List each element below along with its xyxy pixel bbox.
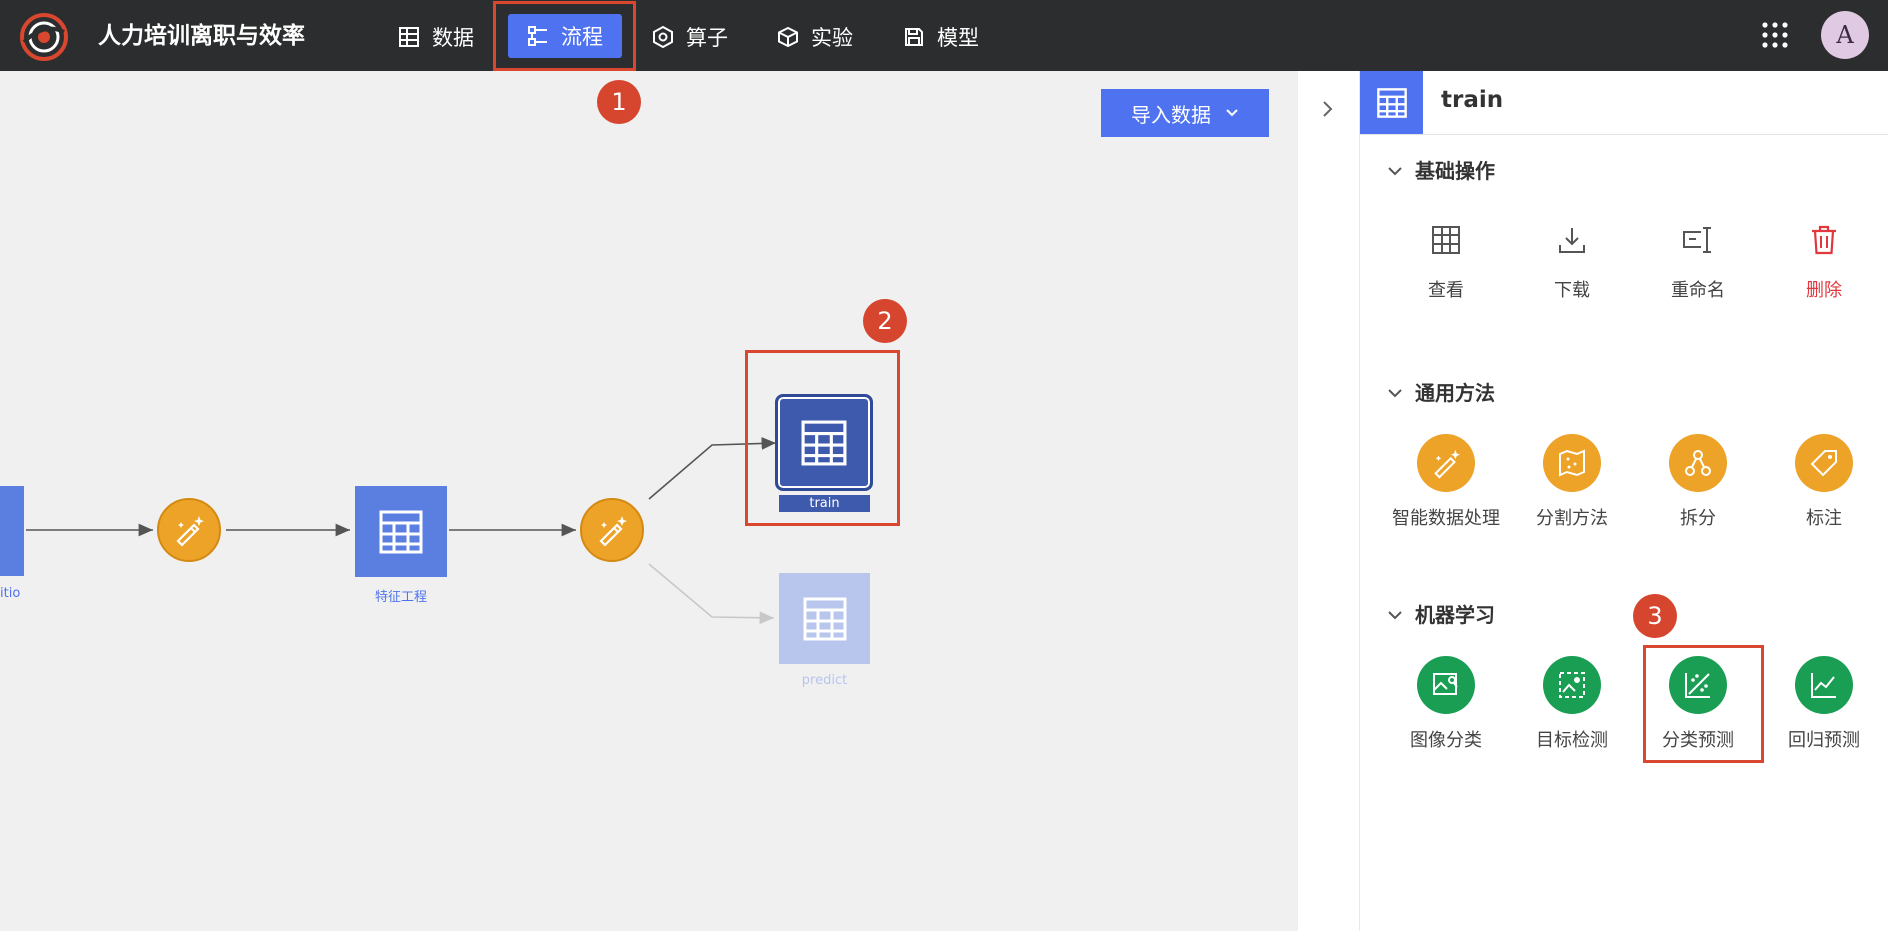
dataset-node-train[interactable]: [775, 394, 873, 491]
ml-regression-prediction[interactable]: 回归预测: [1769, 656, 1879, 752]
section-ml-title: 机器学习: [1415, 603, 1495, 627]
split-tree-icon: [1685, 450, 1711, 476]
method-segmentation-label: 分割方法: [1536, 508, 1608, 529]
collapse-panel-chevron-icon[interactable]: [1320, 99, 1334, 123]
magic-wand-icon: [176, 516, 204, 547]
annotation-badge-3: 3: [1633, 594, 1677, 638]
action-view-label: 查看: [1428, 280, 1464, 301]
section-ml-header[interactable]: 机器学习: [1387, 599, 1495, 628]
magic-wand-icon: [1434, 449, 1461, 479]
cube-icon: [778, 26, 798, 48]
ml-classification-prediction[interactable]: 分类预测: [1643, 656, 1753, 752]
chevron-down-icon: [1226, 109, 1238, 117]
panel-title: train: [1441, 87, 1504, 113]
import-data-label: 导入数据: [1131, 102, 1211, 127]
flow-icon: [528, 26, 547, 46]
nav-flow-label: 流程: [561, 25, 603, 49]
chevron-down-icon: [1388, 611, 1402, 620]
import-data-button[interactable]: 导入数据: [1101, 89, 1269, 137]
action-rename[interactable]: 重命名: [1643, 216, 1753, 302]
map-split-icon: [1559, 449, 1585, 477]
method-smart-processing[interactable]: 智能数据处理: [1391, 434, 1501, 530]
ml-object-detection-label: 目标检测: [1536, 730, 1608, 751]
table-icon: [379, 510, 423, 553]
method-smart-processing-label: 智能数据处理: [1392, 508, 1500, 529]
dataset-node-feature[interactable]: [355, 486, 447, 577]
panel-rail: [1298, 71, 1360, 931]
action-view[interactable]: 查看: [1391, 216, 1501, 302]
avatar[interactable]: A: [1821, 11, 1869, 59]
table-icon: [1432, 226, 1460, 254]
line-chart-icon: [1811, 673, 1836, 698]
rename-icon: [1683, 227, 1711, 253]
table-icon: [399, 27, 419, 47]
section-general-header[interactable]: 通用方法: [1387, 377, 1495, 406]
action-delete-label: 删除: [1806, 280, 1842, 301]
apps-grid-icon[interactable]: [1760, 20, 1790, 54]
action-rename-label: 重命名: [1671, 280, 1725, 301]
panel-table-icon: [1360, 71, 1423, 134]
download-icon: [1559, 228, 1585, 253]
ml-regression-prediction-label: 回归预测: [1788, 730, 1860, 751]
hexagon-gear-icon: [653, 26, 673, 48]
chevron-down-icon: [1388, 167, 1402, 176]
method-segmentation[interactable]: 分割方法: [1517, 434, 1627, 530]
object-detect-icon: [1559, 672, 1585, 698]
nav-operators-label: 算子: [686, 26, 728, 50]
action-delete[interactable]: 删除: [1769, 216, 1879, 302]
method-split-label: 拆分: [1680, 508, 1716, 529]
ml-image-classification[interactable]: 图像分类: [1391, 656, 1501, 752]
dataset-node-feature-label: 特征工程: [374, 590, 427, 605]
magic-wand-icon: [599, 516, 627, 547]
trash-icon: [1812, 225, 1836, 255]
nav-data-label: 数据: [432, 26, 474, 50]
nav-operators[interactable]: 算子: [652, 17, 728, 57]
scatter-classify-icon: [1685, 673, 1710, 698]
dataset-node-train-label: train: [779, 495, 870, 512]
section-basic-title: 基础操作: [1415, 159, 1495, 183]
dataset-node-predict-label: predict: [801, 673, 848, 688]
ml-classification-prediction-label: 分类预测: [1662, 730, 1734, 751]
method-split[interactable]: 拆分: [1643, 434, 1753, 530]
table-icon: [801, 420, 847, 465]
action-download[interactable]: 下载: [1517, 216, 1627, 302]
nav-experiment-label: 实验: [811, 26, 853, 50]
table-icon: [803, 597, 846, 640]
ml-image-classification-label: 图像分类: [1410, 730, 1482, 751]
nav-model-label: 模型: [937, 26, 979, 50]
method-label-label: 标注: [1806, 508, 1842, 529]
dataset-node-partial[interactable]: [0, 486, 24, 576]
app-title: 人力培训离职与效率: [98, 23, 305, 49]
image-classify-icon: [1433, 673, 1458, 695]
action-download-label: 下载: [1554, 280, 1590, 301]
tag-icon: [1810, 450, 1837, 477]
panel-header: [1360, 71, 1888, 135]
nav-data[interactable]: 数据: [398, 17, 474, 57]
ml-object-detection[interactable]: 目标检测: [1517, 656, 1627, 752]
method-label[interactable]: 标注: [1769, 434, 1879, 530]
chevron-down-icon: [1388, 389, 1402, 398]
section-basic-header[interactable]: 基础操作: [1387, 155, 1495, 184]
save-icon: [905, 28, 923, 46]
nav-experiment[interactable]: 实验: [777, 17, 853, 57]
section-general-title: 通用方法: [1415, 381, 1495, 405]
nav-flow[interactable]: 流程: [508, 14, 622, 58]
dataset-node-partial-label: itio: [0, 586, 21, 601]
app-logo-icon[interactable]: [19, 12, 69, 62]
dataset-node-predict[interactable]: [779, 573, 870, 664]
annotation-badge-2: 2: [863, 299, 907, 343]
nav-model[interactable]: 模型: [903, 17, 979, 57]
operator-node-smart-processing[interactable]: [157, 498, 221, 562]
operator-node-split[interactable]: [580, 498, 644, 562]
